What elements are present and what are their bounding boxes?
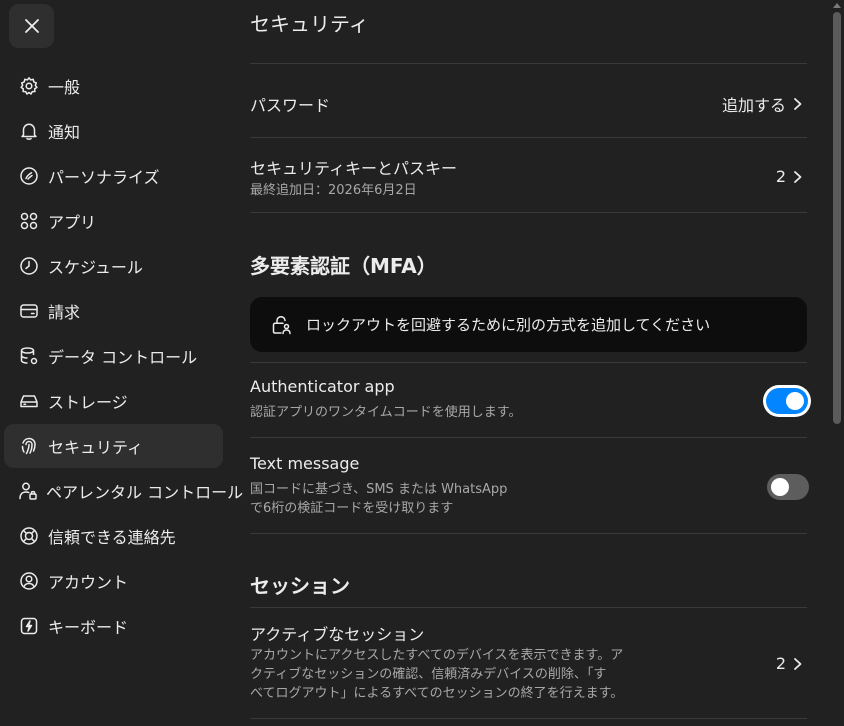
chevron-right-icon: [794, 170, 802, 183]
account-icon: [18, 570, 40, 592]
active-sessions-description-line3: べてログアウト」によるすべてのセッションの終了を行えます。: [250, 686, 624, 701]
divider: [250, 63, 807, 64]
sidebar-item-personalize[interactable]: パーソナライズ: [4, 154, 223, 198]
sidebar-item-notifications[interactable]: 通知: [4, 109, 223, 153]
text-message-description-line2: で6桁の検証コードを受け取ります: [250, 501, 454, 516]
personalize-icon: [18, 165, 40, 187]
divider: [250, 607, 807, 608]
toggle-knob: [771, 478, 789, 496]
sidebar-item-label: セキュリティ: [48, 438, 144, 457]
passkeys-label: セキュリティキーとパスキー: [250, 159, 458, 178]
sidebar-item-general[interactable]: 一般: [4, 64, 223, 108]
sidebar-item-apps[interactable]: アプリ: [4, 199, 223, 243]
active-sessions-count-button[interactable]: 2: [776, 654, 804, 673]
passkeys-count-button[interactable]: 2: [776, 167, 804, 186]
sessions-section-title: セッション: [250, 574, 350, 598]
mfa-section-title: 多要素認証（MFA）: [250, 254, 437, 278]
security-panel: セキュリティ パスワード 追加する セキュリティキーとパスキー 最終追加日：20…: [250, 0, 809, 726]
sidebar-item-label: データ コントロール: [48, 348, 198, 367]
mfa-warning-banner: ロックアウトを回避するために別の方式を追加してください: [250, 297, 807, 352]
chevron-right-icon: [794, 657, 802, 670]
lock-person-icon: [272, 315, 291, 334]
parental-icon: [18, 480, 38, 502]
password-label: パスワード: [250, 96, 331, 115]
sidebar-item-label: 通知: [48, 123, 81, 142]
sidebar-item-label: アカウント: [48, 573, 129, 592]
sidebar-item-schedule[interactable]: スケジュール: [4, 244, 223, 288]
sidebar-item-label: 一般: [48, 78, 81, 97]
text-message-toggle[interactable]: [767, 474, 809, 500]
sidebar-item-billing[interactable]: 請求: [4, 289, 223, 333]
active-sessions-description-line1: アカウントにアクセスしたすべてのデバイスを表示できます。ア: [250, 648, 624, 663]
divider: [250, 533, 807, 534]
sidebar-item-storage[interactable]: ストレージ: [4, 379, 223, 423]
sidebar-item-account[interactable]: アカウント: [4, 559, 223, 603]
sidebar-item-label: ストレージ: [48, 393, 128, 412]
page-title: セキュリティ: [250, 12, 369, 36]
sidebar-item-label: スケジュール: [48, 258, 143, 277]
sidebar-item-trusted-contacts[interactable]: 信頼できる連絡先: [4, 514, 223, 558]
toggle-knob: [786, 392, 804, 410]
database-gear-icon: [18, 345, 40, 367]
sidebar-item-label: キーボード: [48, 618, 129, 637]
apps-grid-icon: [18, 210, 40, 232]
bell-icon: [18, 120, 40, 142]
passkeys-count: 2: [775, 167, 786, 186]
scrollbar-thumb[interactable]: [833, 12, 841, 424]
clock-icon: [18, 255, 40, 277]
storage-icon: [18, 390, 40, 412]
close-icon: [24, 19, 39, 33]
sidebar-item-label: 信頼できる連絡先: [48, 528, 176, 547]
text-message-description-line1: 国コードに基づき、SMS または WhatsApp: [250, 482, 508, 497]
divider: [250, 137, 807, 138]
mfa-warning-text: ロックアウトを回避するために別の方式を追加してください: [306, 316, 711, 334]
close-button[interactable]: [9, 4, 54, 48]
sidebar-item-data-controls[interactable]: データ コントロール: [4, 334, 223, 378]
keyboard-icon: [18, 615, 40, 637]
sidebar-item-security[interactable]: セキュリティ: [4, 424, 223, 468]
card-icon: [18, 300, 40, 322]
divider: [250, 718, 807, 719]
add-password-button[interactable]: 追加する: [722, 92, 804, 116]
divider: [250, 362, 807, 363]
divider: [250, 437, 807, 438]
sidebar-item-label: アプリ: [48, 213, 97, 232]
divider: [250, 212, 807, 213]
chevron-right-icon: [794, 98, 802, 110]
passkeys-last-added: 最終追加日：2026年6月2日: [250, 183, 417, 198]
authenticator-label: Authenticator app: [250, 377, 395, 396]
sidebar-item-label: パーソナライズ: [48, 168, 160, 187]
authenticator-description: 認証アプリのワンタイムコードを使用します。: [250, 405, 522, 420]
sidebar-item-parental-controls[interactable]: ペアレンタル コントロール: [4, 469, 243, 513]
scroll-up-arrow-icon[interactable]: [833, 2, 841, 8]
sidebar-item-label: ペアレンタル コントロール: [46, 483, 244, 502]
sidebar-item-keyboard[interactable]: キーボード: [4, 604, 223, 648]
active-sessions-description-line2: クティブなセッションの確認、信頼済みデバイスの削除、「す: [250, 667, 607, 682]
active-sessions-label: アクティブなセッション: [250, 625, 425, 644]
sidebar-item-label: 請求: [48, 303, 81, 322]
text-message-label: Text message: [250, 454, 360, 473]
lifebuoy-icon: [18, 525, 40, 547]
authenticator-toggle[interactable]: [766, 388, 808, 414]
active-sessions-count: 2: [775, 654, 786, 673]
add-password-label: 追加する: [721, 96, 786, 115]
gear-icon: [18, 75, 40, 97]
fingerprint-icon: [18, 435, 40, 457]
